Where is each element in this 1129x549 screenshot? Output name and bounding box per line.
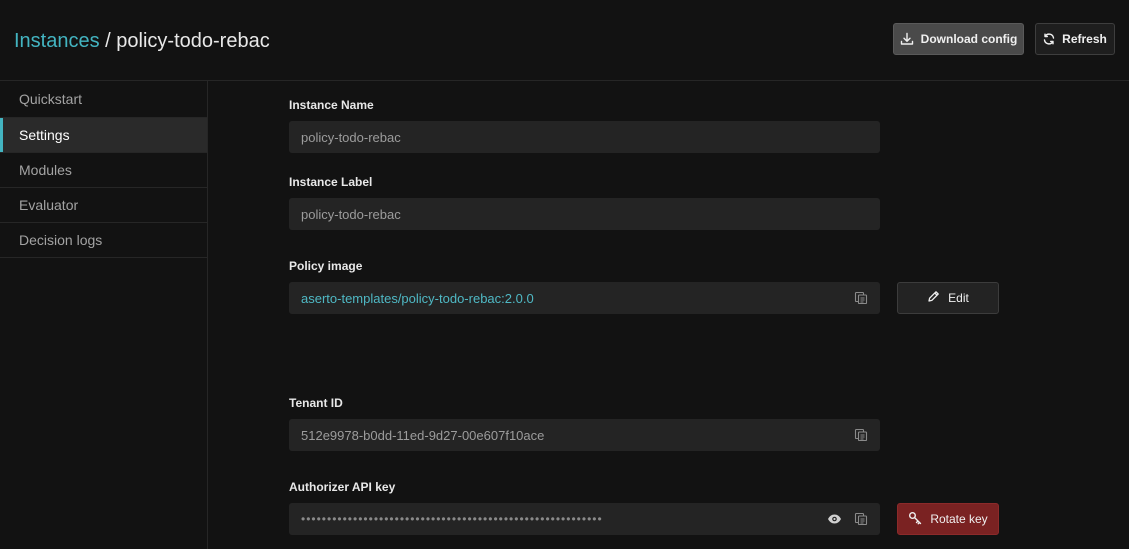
refresh-icon	[1043, 33, 1055, 45]
refresh-label: Refresh	[1062, 32, 1107, 46]
refresh-button[interactable]: Refresh	[1035, 23, 1115, 55]
pencil-icon	[927, 290, 940, 306]
rotate-key-button[interactable]: Rotate key	[897, 503, 999, 535]
policy-image-link[interactable]: aserto-templates/policy-todo-rebac:2.0.0	[301, 291, 534, 306]
api-key-label: Authorizer API key	[289, 480, 396, 494]
sidebar-item-label: Quickstart	[19, 91, 83, 107]
instance-label-value: policy-todo-rebac	[301, 206, 401, 222]
instance-label-label: Instance Label	[289, 175, 373, 189]
copy-icon[interactable]	[854, 512, 868, 526]
rotate-key-label: Rotate key	[930, 512, 988, 526]
instance-name-value: policy-todo-rebac	[301, 129, 401, 145]
tenant-id-actions	[854, 419, 868, 451]
sidebar-item-evaluator[interactable]: Evaluator	[0, 188, 207, 223]
sidebar-item-settings[interactable]: Settings	[0, 118, 207, 153]
api-key-masked-value: ••••••••••••••••••••••••••••••••••••••••…	[301, 512, 603, 526]
sidebar-item-label: Evaluator	[19, 197, 79, 213]
policy-image-field: aserto-templates/policy-todo-rebac:2.0.0	[289, 282, 880, 314]
tenant-id-label: Tenant ID	[289, 396, 343, 410]
tenant-id-value: 512e9978-b0dd-11ed-9d27-00e607f10ace	[301, 427, 545, 443]
edit-label: Edit	[948, 291, 969, 305]
tenant-id-field: 512e9978-b0dd-11ed-9d27-00e607f10ace	[289, 419, 880, 451]
policy-image-label: Policy image	[289, 259, 363, 273]
api-key-field: ••••••••••••••••••••••••••••••••••••••••…	[289, 503, 880, 535]
download-config-label: Download config	[920, 32, 1018, 46]
download-icon	[900, 32, 914, 46]
breadcrumb-instances-link[interactable]: Instances	[14, 30, 100, 52]
eye-icon[interactable]	[827, 513, 842, 525]
instance-name-input[interactable]: policy-todo-rebac	[289, 121, 880, 153]
download-config-button[interactable]: Download config	[893, 23, 1024, 55]
sidebar-item-decision-logs[interactable]: Decision logs	[0, 223, 207, 258]
sidebar-item-label: Settings	[19, 127, 70, 143]
page-title: policy-todo-rebac	[116, 30, 270, 52]
sidebar: Quickstart Settings Modules Evaluator De…	[0, 81, 208, 549]
app-root: Instances / policy-todo-rebac Download c…	[0, 0, 1129, 549]
api-key-actions	[827, 503, 868, 535]
copy-icon[interactable]	[854, 291, 868, 305]
instance-label-input[interactable]: policy-todo-rebac	[289, 198, 880, 230]
policy-image-actions	[854, 282, 868, 314]
sidebar-item-label: Decision logs	[19, 232, 103, 248]
copy-icon[interactable]	[854, 428, 868, 442]
page-header: Instances / policy-todo-rebac Download c…	[0, 0, 1129, 81]
breadcrumb-separator: /	[99, 30, 117, 52]
sidebar-item-modules[interactable]: Modules	[0, 153, 207, 188]
sidebar-item-quickstart[interactable]: Quickstart	[0, 81, 207, 118]
instance-name-label: Instance Name	[289, 98, 374, 112]
sidebar-item-label: Modules	[19, 162, 72, 178]
key-icon	[908, 511, 922, 528]
breadcrumb: Instances / policy-todo-rebac	[14, 29, 270, 53]
edit-policy-image-button[interactable]: Edit	[897, 282, 999, 314]
